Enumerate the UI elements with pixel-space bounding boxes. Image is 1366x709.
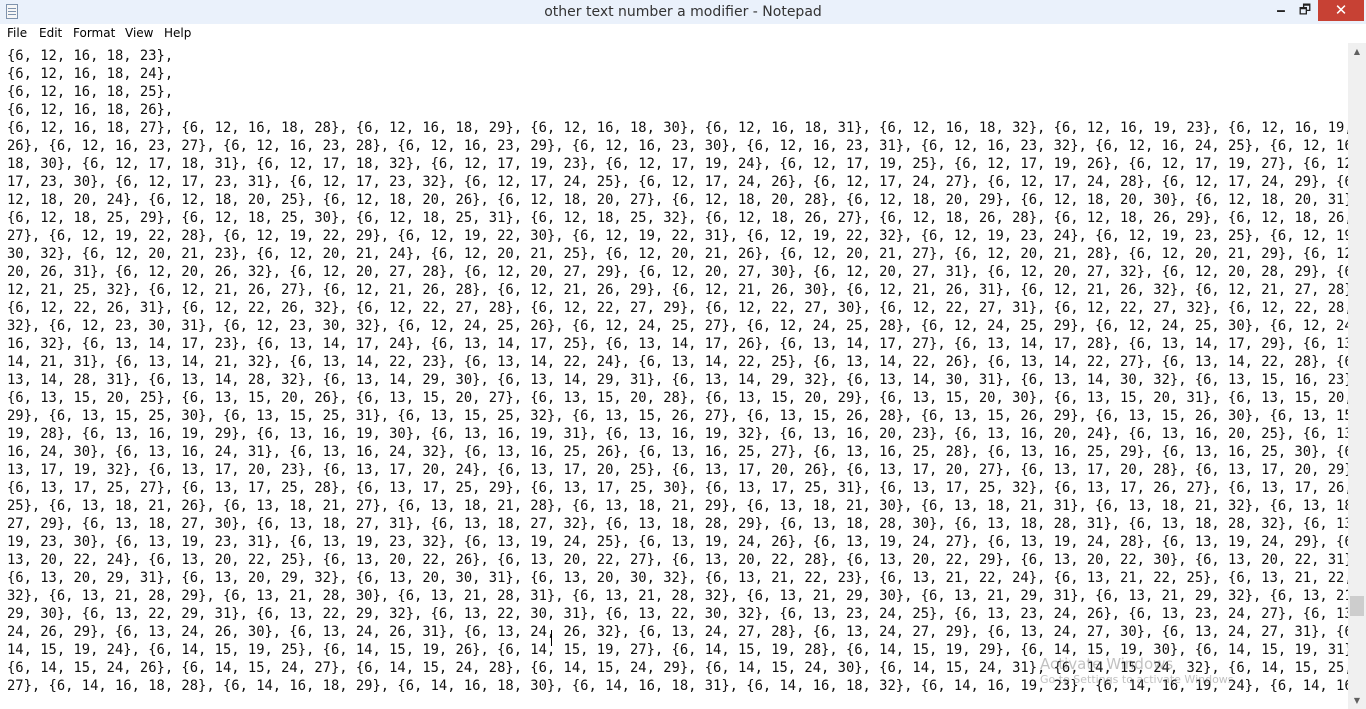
scrollbar-thumb[interactable] bbox=[1350, 596, 1364, 616]
scroll-down-arrow-icon[interactable]: ▼ bbox=[1348, 692, 1366, 709]
restore-button[interactable]: 🗗 bbox=[1292, 0, 1318, 21]
menu-file[interactable]: File bbox=[7, 26, 27, 40]
menu-edit[interactable]: Edit bbox=[39, 26, 62, 40]
text-editor[interactable]: {6, 12, 16, 18, 23}, {6, 12, 16, 18, 24}… bbox=[0, 43, 1348, 709]
text-caret bbox=[551, 630, 552, 646]
window-title: other text number a modifier - Notepad bbox=[544, 4, 822, 20]
menu-help[interactable]: Help bbox=[164, 26, 191, 40]
scroll-up-arrow-icon[interactable]: ▲ bbox=[1348, 43, 1366, 60]
menu-bar: File Edit Format View Help bbox=[0, 24, 1366, 44]
menu-format[interactable]: Format bbox=[73, 26, 115, 40]
minimize-button[interactable]: 🗕 bbox=[1268, 0, 1294, 21]
close-button[interactable]: ✕ bbox=[1318, 0, 1364, 21]
document-text[interactable]: {6, 12, 16, 18, 23}, {6, 12, 16, 18, 24}… bbox=[7, 47, 1348, 695]
vertical-scrollbar[interactable]: ▲ ▼ bbox=[1348, 43, 1366, 709]
menu-view[interactable]: View bbox=[125, 26, 153, 40]
title-bar: other text number a modifier - Notepad 🗕… bbox=[0, 0, 1366, 25]
